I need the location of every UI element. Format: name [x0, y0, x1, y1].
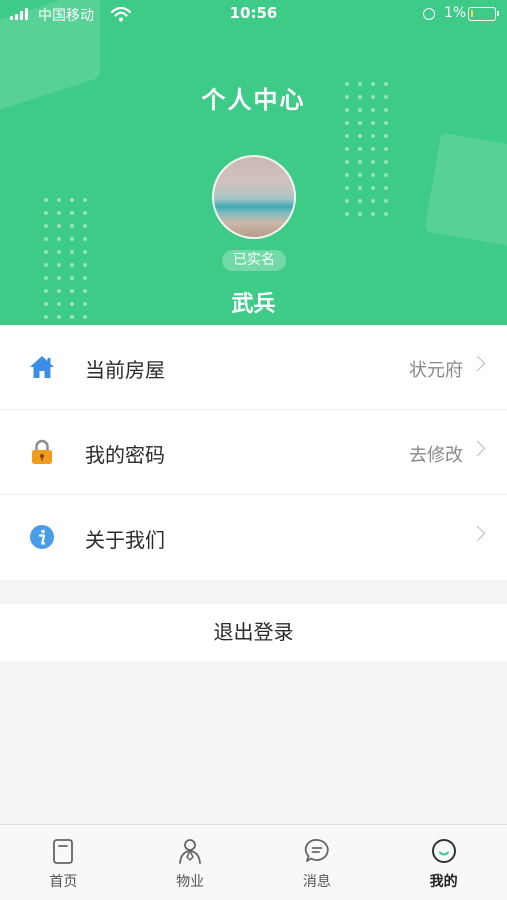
decorative-dot	[44, 237, 48, 241]
decorative-dot	[371, 199, 375, 203]
decorative-dot	[70, 224, 74, 228]
decorative-dot	[358, 173, 362, 177]
avatar[interactable]	[212, 155, 296, 239]
decorative-dot	[44, 263, 48, 267]
decorative-dot	[371, 173, 375, 177]
tab-mine[interactable]: 我的	[380, 825, 507, 900]
decorative-dot	[83, 224, 87, 228]
decorative-dot	[384, 147, 388, 151]
decorative-dot	[371, 160, 375, 164]
decorative-dot	[44, 276, 48, 280]
decorative-dot	[345, 160, 349, 164]
decorative-dot	[371, 121, 375, 125]
orientation-lock-icon	[423, 8, 435, 20]
tab-home[interactable]: 首页	[0, 825, 127, 900]
decorative-dot	[345, 212, 349, 216]
decorative-dot	[57, 211, 61, 215]
decorative-dot	[345, 121, 349, 125]
tab-bar: 首页 物业 消息 我的	[0, 824, 507, 900]
decorative-dot	[57, 263, 61, 267]
verified-badge: 已实名	[222, 250, 286, 271]
decorative-dot	[345, 147, 349, 151]
tab-label: 我的	[429, 874, 458, 890]
decorative-dot	[83, 211, 87, 215]
decorative-dot	[384, 212, 388, 216]
decorative-dot	[371, 134, 375, 138]
chevron-right-icon	[469, 355, 486, 372]
decorative-dot	[345, 134, 349, 138]
decorative-dot	[345, 186, 349, 190]
decorative-dot	[70, 198, 74, 202]
decorative-dot	[70, 276, 74, 280]
status-bar: 中国移动 10:56 1%	[0, 0, 507, 30]
decorative-dot	[83, 198, 87, 202]
menu-item-about-us[interactable]: 关于我们	[0, 495, 507, 580]
decorative-dot	[83, 276, 87, 280]
user-name: 武兵	[231, 292, 276, 317]
decorative-dot	[70, 211, 74, 215]
decorative-dot	[70, 250, 74, 254]
decorative-shape	[424, 132, 507, 248]
message-icon	[304, 839, 329, 862]
decorative-dot	[44, 250, 48, 254]
profile-menu: 当前房屋 状元府 我的密码 去修改 关于我们	[0, 325, 507, 580]
decorative-dot	[358, 212, 362, 216]
decorative-dot	[83, 263, 87, 267]
decorative-dot	[384, 121, 388, 125]
decorative-dot	[345, 199, 349, 203]
decorative-dot	[358, 121, 362, 125]
chevron-right-icon	[469, 440, 486, 457]
decorative-dot	[57, 276, 61, 280]
menu-item-my-password[interactable]: 我的密码 去修改	[0, 410, 507, 495]
decorative-dot	[57, 198, 61, 202]
decorative-dot	[358, 147, 362, 151]
decorative-dot	[384, 173, 388, 177]
decorative-dot	[83, 250, 87, 254]
tab-property[interactable]: 物业	[127, 825, 254, 900]
battery-icon	[468, 7, 499, 21]
house-icon	[30, 356, 54, 378]
logout-button[interactable]: 退出登录	[0, 604, 507, 661]
smile-icon	[431, 839, 456, 863]
decorative-dot	[358, 134, 362, 138]
menu-item-value: 去修改	[409, 445, 463, 466]
lock-icon	[32, 439, 52, 464]
menu-item-label: 我的密码	[85, 443, 165, 467]
decorative-dot	[83, 237, 87, 241]
decorative-dot	[371, 186, 375, 190]
decorative-dot	[384, 134, 388, 138]
tab-label: 消息	[302, 874, 331, 890]
chevron-right-icon	[469, 525, 486, 542]
decorative-dot	[371, 147, 375, 151]
decorative-dot	[384, 160, 388, 164]
decorative-dot	[384, 186, 388, 190]
tab-messages[interactable]: 消息	[254, 825, 381, 900]
home-bag-icon	[53, 839, 74, 864]
decorative-dot	[70, 263, 74, 267]
tab-label: 物业	[176, 874, 205, 890]
decorative-dot	[371, 212, 375, 216]
menu-item-value: 状元府	[409, 360, 463, 381]
person-icon	[179, 839, 202, 864]
decorative-dot	[358, 160, 362, 164]
decorative-dot	[57, 237, 61, 241]
decorative-dot	[57, 224, 61, 228]
menu-item-label: 当前房屋	[85, 358, 165, 382]
tab-label: 首页	[49, 874, 78, 890]
decorative-dot	[345, 173, 349, 177]
decorative-dot	[358, 186, 362, 190]
page-title: 个人中心	[201, 86, 306, 114]
decorative-dot	[358, 199, 362, 203]
battery-percent: 1%	[444, 5, 467, 21]
decorative-dot	[70, 237, 74, 241]
decorative-dot	[44, 198, 48, 202]
decorative-dot	[44, 224, 48, 228]
decorative-dot	[384, 199, 388, 203]
menu-item-label: 关于我们	[85, 528, 165, 552]
menu-item-current-house[interactable]: 当前房屋 状元府	[0, 325, 507, 410]
profile-header: 中国移动 10:56 1% 个人中心 已实名 武兵	[0, 0, 507, 325]
decorative-dot	[57, 250, 61, 254]
info-icon	[30, 525, 54, 549]
decorative-dot	[44, 211, 48, 215]
